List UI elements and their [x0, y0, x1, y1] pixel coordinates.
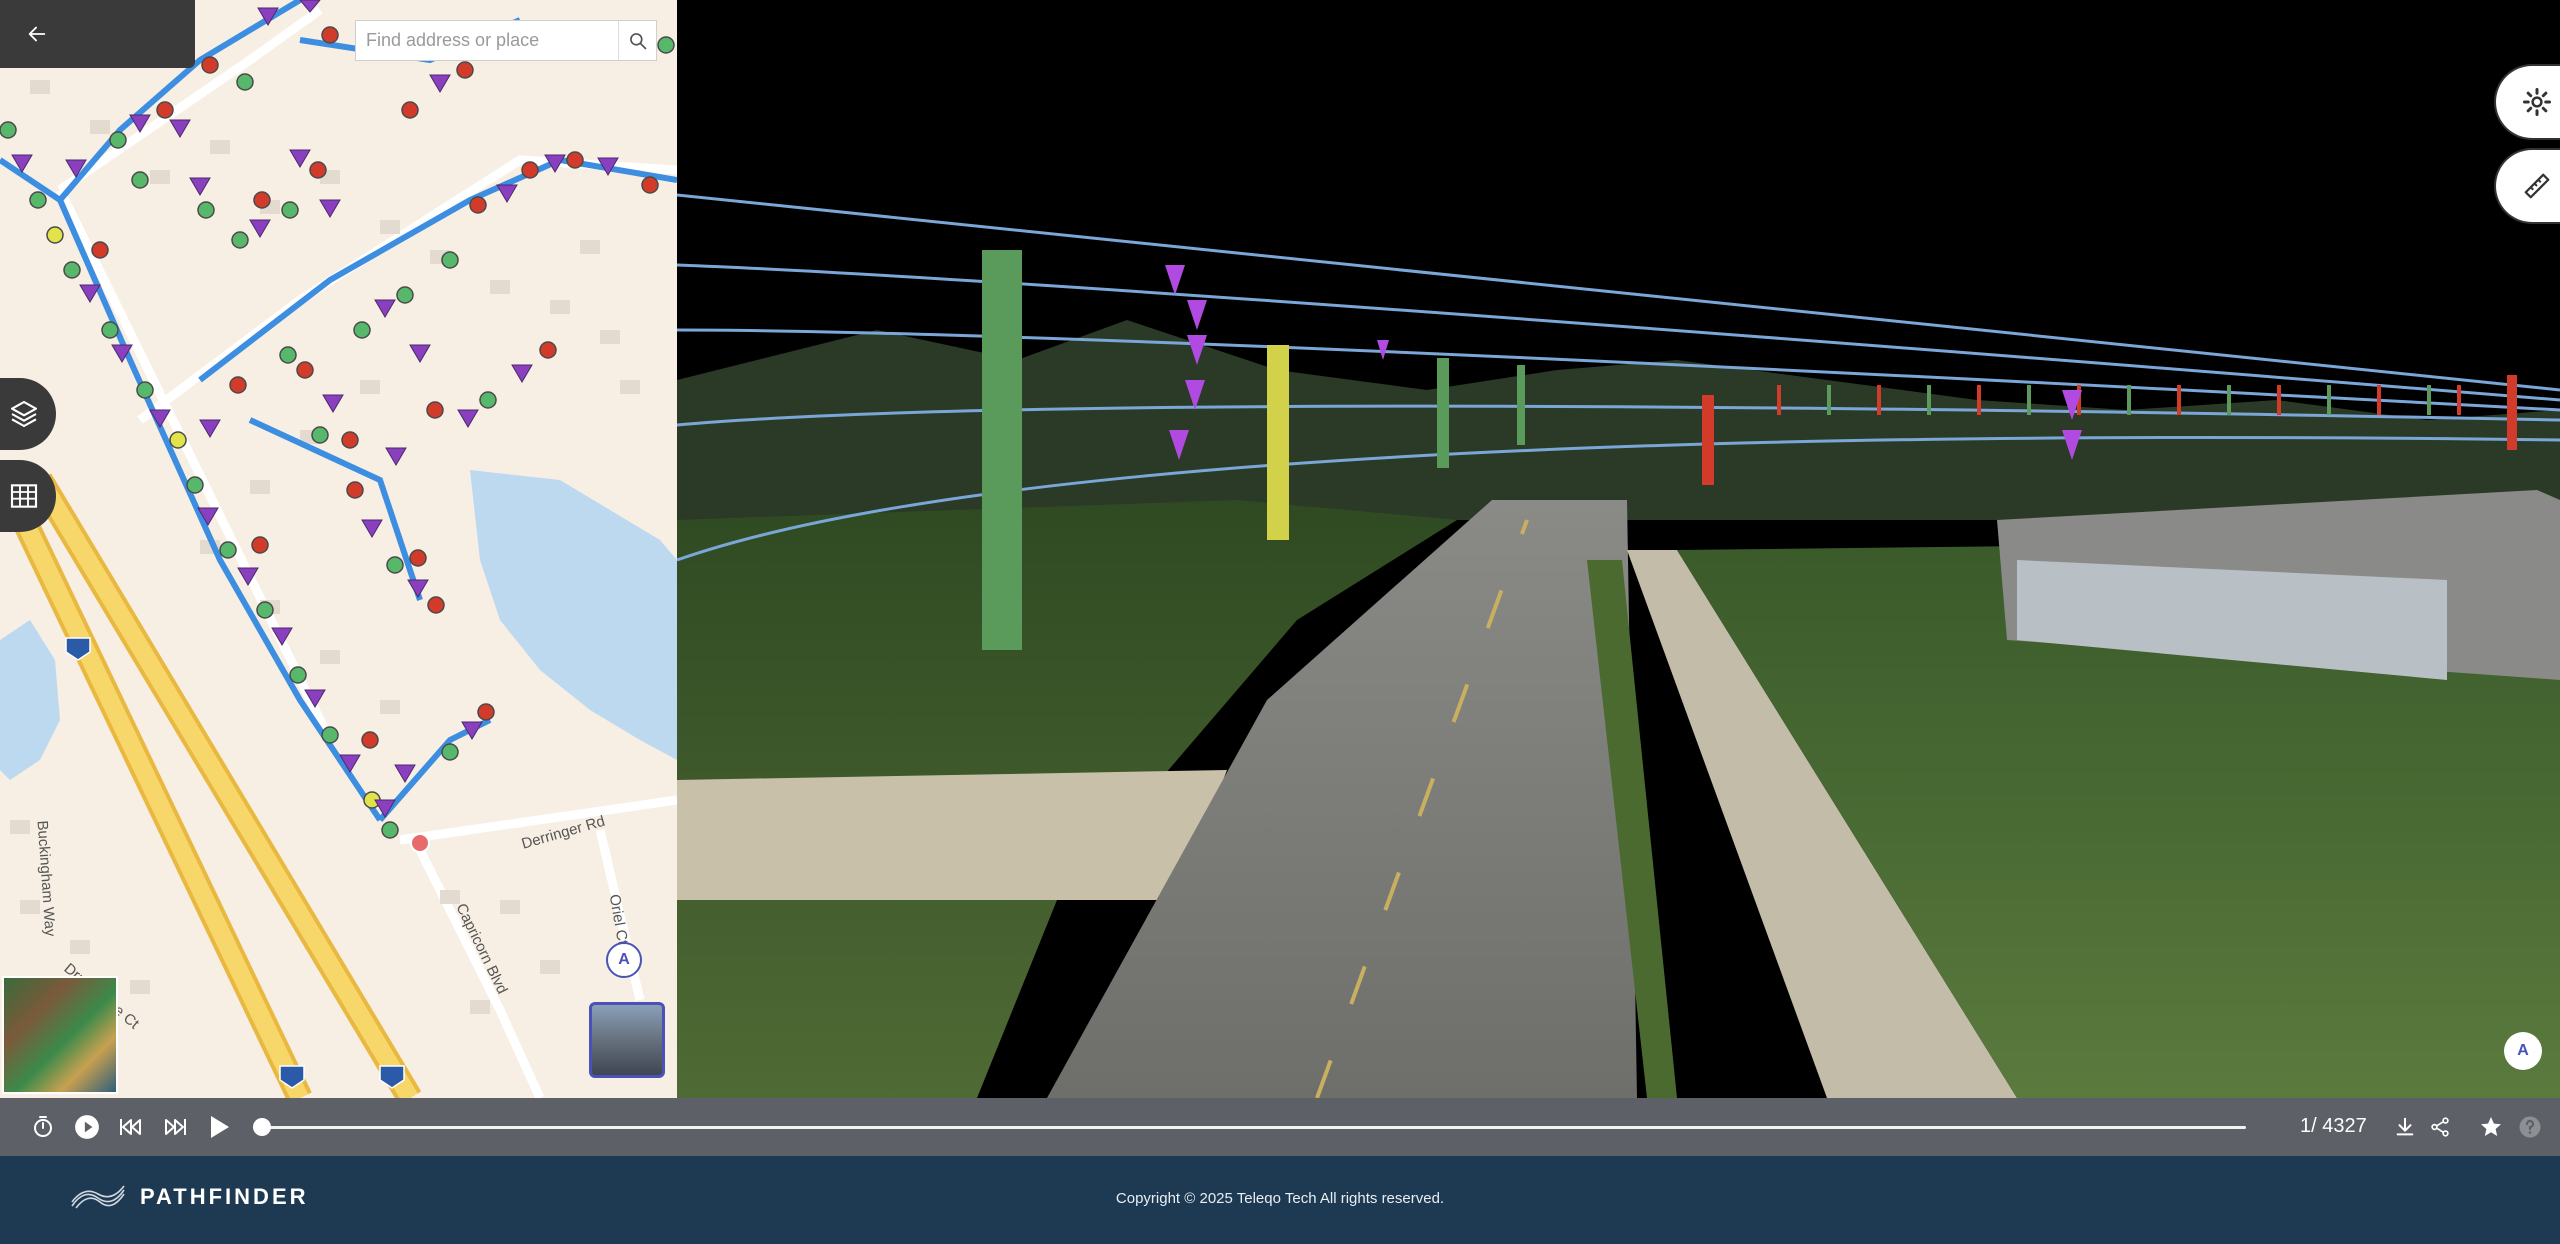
pole-yellow — [1267, 345, 1289, 540]
download-button[interactable] — [2390, 1112, 2420, 1142]
copyright-text: Copyright © 2025 Teleqo Tech All rights … — [1115, 1190, 1445, 1207]
pointcloud-viewer[interactable]: A — [677, 0, 2560, 1098]
settings-button[interactable] — [2494, 64, 2560, 140]
map-panel[interactable]: Derringer Rd Capricorn Blvd Oriel Ct Buc… — [0, 0, 677, 1098]
skip-back-button[interactable] — [116, 1112, 146, 1142]
playback-bar: 1/ 4327 — [0, 1098, 2560, 1156]
timer-button[interactable] — [28, 1112, 58, 1142]
search-button[interactable] — [618, 21, 656, 60]
address-search[interactable] — [355, 20, 657, 61]
table-icon — [10, 484, 38, 508]
pointcloud-minimap-thumbnail[interactable] — [2, 976, 118, 1094]
autoplay-button[interactable] — [72, 1112, 102, 1142]
search-input[interactable] — [356, 21, 618, 60]
search-icon — [629, 32, 646, 49]
footer: PATHFINDER Copyright © 2025 Teleqo Tech … — [0, 1156, 2560, 1244]
favorite-button[interactable] — [2476, 1112, 2506, 1142]
play-button[interactable] — [204, 1112, 234, 1142]
pole-red-2 — [2507, 375, 2517, 450]
share-icon — [2431, 1117, 2449, 1137]
frame-counter: 1/ 4327 — [2300, 1115, 2367, 1137]
pointcloud-scene — [677, 193, 2560, 1098]
driveway — [677, 770, 1227, 900]
pole-green-3 — [1517, 365, 1525, 445]
lake — [470, 470, 677, 760]
skip-back-icon — [120, 1119, 141, 1135]
tree-line — [677, 320, 2560, 520]
ruler-icon — [2524, 173, 2550, 199]
map-canvas[interactable] — [0, 0, 677, 1098]
pole-green-2 — [1437, 358, 1449, 468]
gear-icon — [2523, 88, 2551, 116]
help-button[interactable] — [2515, 1112, 2545, 1142]
play-icon — [211, 1116, 229, 1138]
scrubber-handle[interactable] — [253, 1118, 271, 1136]
download-icon — [2396, 1117, 2414, 1136]
skip-forward-button[interactable] — [160, 1112, 190, 1142]
basemap-toggle-thumbnail[interactable] — [589, 1002, 665, 1078]
share-button[interactable] — [2425, 1112, 2455, 1142]
back-button[interactable] — [0, 0, 195, 68]
skip-forward-icon — [165, 1119, 186, 1135]
help-icon — [2519, 1116, 2541, 1138]
layers-icon — [10, 400, 38, 428]
pole-red-1 — [1702, 395, 1714, 485]
map-compass[interactable]: A — [606, 942, 642, 978]
play-circle-icon — [75, 1115, 99, 1139]
star-icon — [2481, 1117, 2501, 1136]
frame-scrubber[interactable] — [253, 1118, 2246, 1136]
pole-green-near — [982, 250, 1022, 650]
arrow-left-icon — [28, 26, 46, 42]
pond — [0, 620, 60, 780]
measure-button[interactable] — [2494, 148, 2560, 224]
timer-icon — [34, 1116, 52, 1137]
current-location-marker[interactable] — [410, 833, 430, 853]
app-window: Derringer Rd Capricorn Blvd Oriel Ct Buc… — [0, 0, 2560, 1244]
view-compass[interactable]: A — [2504, 1032, 2542, 1070]
